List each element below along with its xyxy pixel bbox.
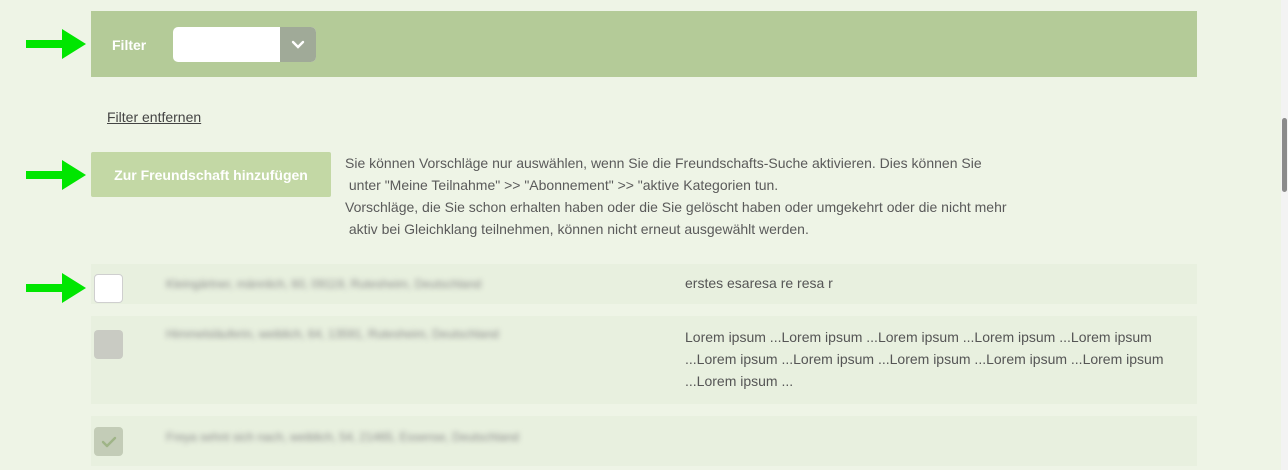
filter-select[interactable] bbox=[173, 27, 316, 62]
info-text: Sie können Vorschläge nur auswählen, wen… bbox=[345, 155, 1007, 237]
suggestion-checkbox bbox=[94, 330, 123, 359]
scrollbar-thumb[interactable] bbox=[1282, 118, 1287, 192]
chevron-down-icon bbox=[291, 40, 305, 49]
add-friendship-button[interactable]: Zur Freundschaft hinzufügen bbox=[91, 152, 331, 197]
suggestion-comment: Lorem ipsum ...Lorem ipsum ...Lorem ipsu… bbox=[685, 329, 1164, 389]
scrollbar[interactable] bbox=[1281, 0, 1288, 470]
right-arrow-icon bbox=[26, 29, 86, 59]
suggestion-row: Kleingärtner, männlich, 60, 09119, Rutes… bbox=[91, 264, 1197, 304]
right-arrow-icon bbox=[26, 160, 86, 190]
suggestion-checkbox[interactable] bbox=[94, 274, 123, 303]
profile-summary: Freya sehnt sich nach, weiblich, 54, 214… bbox=[166, 430, 519, 444]
checkmark-icon bbox=[101, 436, 116, 447]
filter-label: Filter bbox=[112, 37, 147, 53]
profile-summary: Kleingärtner, männlich, 60, 09119, Rutes… bbox=[166, 277, 482, 291]
profile-summary: Himmelsläuferin, weiblich, 64, 13591, Ru… bbox=[166, 327, 499, 341]
remove-filter-link[interactable]: Filter entfernen bbox=[107, 109, 201, 125]
filter-bar: Filter bbox=[91, 11, 1197, 77]
suggestion-row: Freya sehnt sich nach, weiblich, 54, 214… bbox=[91, 416, 1197, 466]
suggestion-row: Himmelsläuferin, weiblich, 64, 13591, Ru… bbox=[91, 316, 1197, 404]
suggestion-checkbox bbox=[94, 427, 123, 456]
filter-dropdown-toggle[interactable] bbox=[280, 27, 316, 62]
right-arrow-icon bbox=[26, 273, 86, 303]
suggestion-comment: erstes esaresa re resa r bbox=[685, 275, 833, 291]
